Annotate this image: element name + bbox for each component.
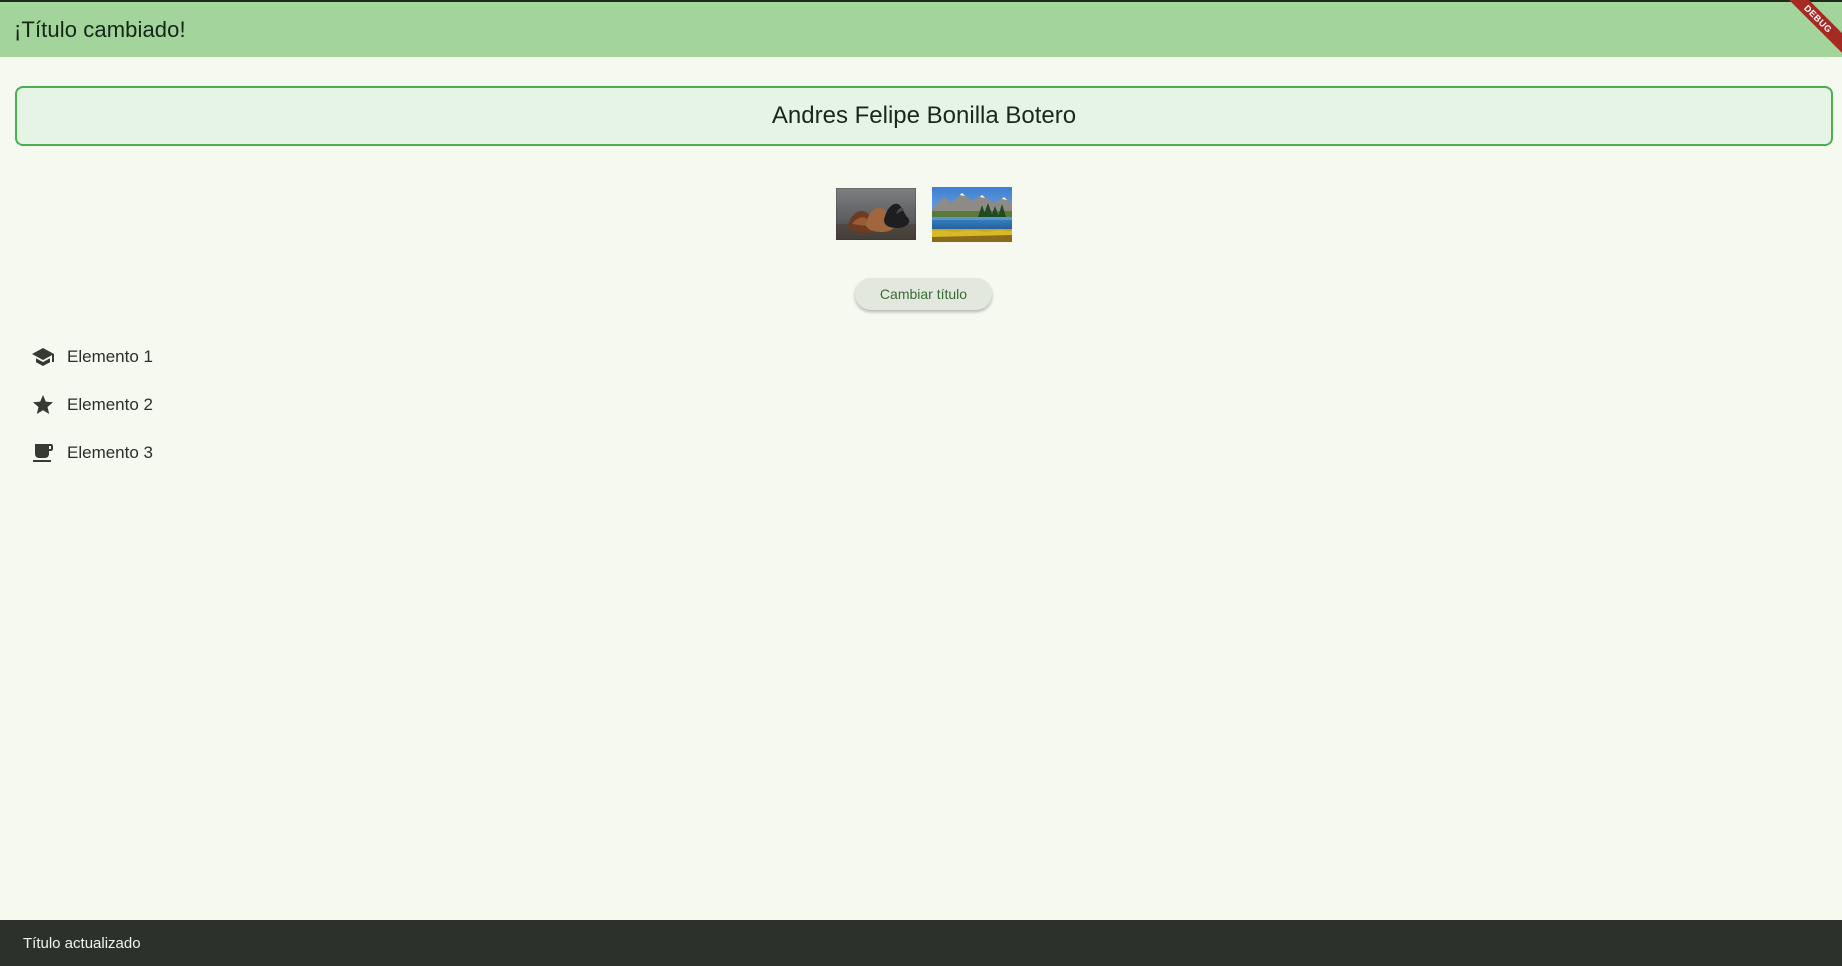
coffee-icon [31, 441, 55, 465]
name-card: Andres Felipe Bonilla Botero [15, 86, 1833, 146]
list-item-2[interactable]: Elemento 2 [0, 381, 600, 429]
school-icon [31, 345, 55, 369]
name-text: Andres Felipe Bonilla Botero [771, 102, 1077, 129]
list-item-3[interactable]: Elemento 3 [0, 429, 600, 477]
app-bar-title: ¡Título cambiado! [14, 16, 186, 42]
star-icon [31, 393, 55, 417]
list-item-label: Elemento 1 [67, 347, 153, 366]
list-item-label: Elemento 2 [67, 395, 153, 414]
element-list: Elemento 1 Elemento 2 Elemento 3 [0, 333, 600, 477]
shoes-image [836, 188, 916, 240]
snackbar: Título actualizado [0, 920, 1842, 966]
landscape-image [932, 187, 1012, 242]
app-window: ¡Título cambiado! DEBUG Andres Felipe Bo… [0, 0, 1842, 966]
change-title-button[interactable]: Cambiar título [855, 278, 992, 310]
snackbar-message: Título actualizado [23, 934, 141, 952]
list-item-1[interactable]: Elemento 1 [0, 333, 600, 381]
app-bar: ¡Título cambiado! [0, 2, 1842, 57]
list-item-label: Elemento 3 [67, 443, 153, 462]
